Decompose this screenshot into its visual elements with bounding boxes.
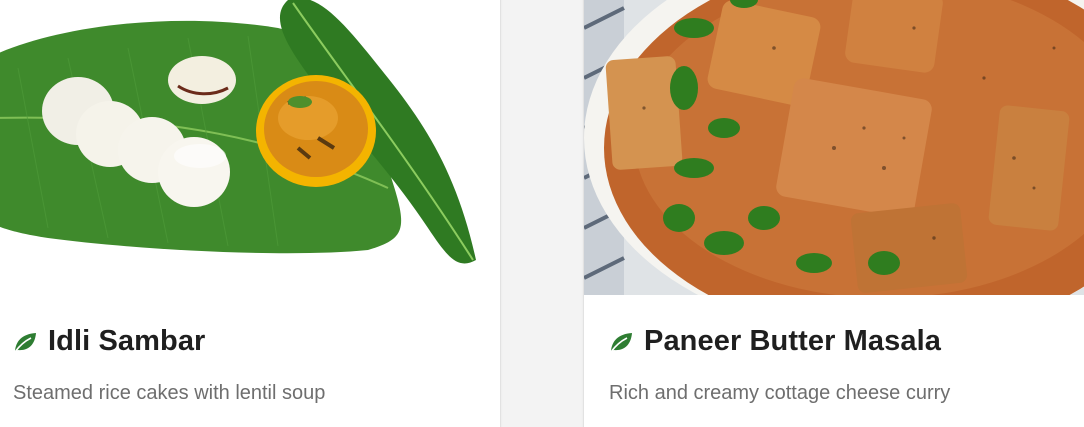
dish-title-row: Idli Sambar	[12, 325, 205, 358]
dish-description: Rich and creamy cottage cheese curry	[609, 382, 951, 404]
leaf-icon	[12, 329, 38, 355]
dish-card-paneer-butter-masala[interactable]: Paneer Butter Masala Rich and creamy cot…	[584, 0, 1084, 427]
dish-title: Idli Sambar	[48, 325, 206, 357]
leaf-icon	[608, 329, 634, 355]
dish-description: Steamed rice cakes with lentil soup	[13, 382, 326, 404]
paneer-butter-masala-photo	[584, 0, 1084, 295]
dish-card-idli-sambar[interactable]: Idli Sambar Steamed rice cakes with lent…	[0, 0, 500, 427]
idli-sambar-photo	[0, 0, 500, 295]
dish-title-row: Paneer Butter Masala	[608, 325, 941, 358]
menu-grid: Idli Sambar Steamed rice cakes with lent…	[0, 0, 1084, 427]
dish-title: Paneer Butter Masala	[644, 325, 941, 357]
